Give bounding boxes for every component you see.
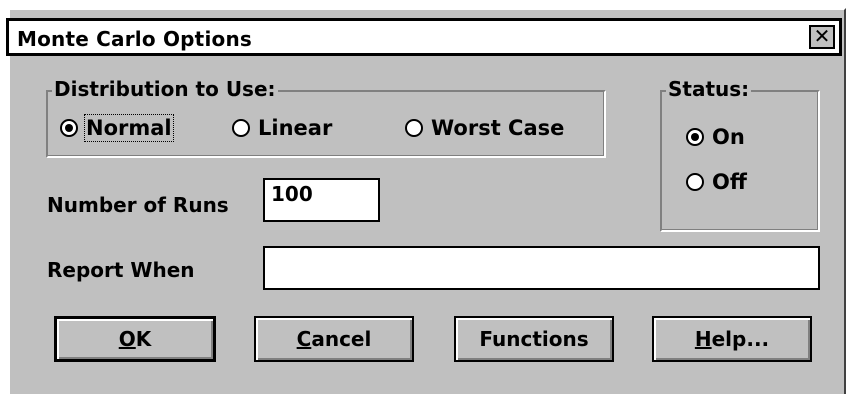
ok-accel: O	[118, 327, 136, 351]
runs-label: Number of Runs	[47, 193, 229, 217]
close-button[interactable]: ✕	[809, 25, 835, 49]
ok-button[interactable]: OK	[54, 316, 216, 362]
report-when-input[interactable]	[263, 246, 820, 290]
status-group	[660, 90, 820, 232]
radio-linear[interactable]: Linear	[232, 116, 332, 140]
title-bar: Monte Carlo Options ✕	[6, 18, 842, 56]
dialog-title: Monte Carlo Options	[17, 27, 252, 51]
functions-button[interactable]: Functions	[454, 316, 614, 362]
radio-worst-case[interactable]: Worst Case	[405, 116, 564, 140]
help-accel: H	[694, 327, 712, 351]
ok-label-rest: K	[135, 327, 152, 351]
help-label-rest: elp...	[711, 327, 770, 351]
help-button[interactable]: Help...	[652, 316, 812, 362]
cancel-button[interactable]: Cancel	[254, 316, 414, 362]
radio-worst-case-indicator	[405, 119, 423, 137]
radio-linear-label: Linear	[258, 116, 333, 140]
radio-worst-case-label: Worst Case	[431, 116, 565, 140]
radio-normal-indicator	[60, 119, 78, 137]
close-icon: ✕	[813, 24, 831, 48]
status-legend: Status:	[666, 77, 752, 101]
radio-status-off[interactable]: Off	[686, 170, 747, 194]
radio-status-on-label: On	[712, 125, 745, 149]
cancel-accel: C	[296, 327, 312, 351]
radio-status-on[interactable]: On	[686, 125, 745, 149]
functions-label: Functions	[479, 327, 589, 351]
radio-status-off-label: Off	[712, 170, 747, 194]
report-when-label: Report When	[47, 258, 195, 282]
radio-status-on-indicator	[686, 128, 704, 146]
cancel-label-rest: ancel	[311, 327, 372, 351]
radio-status-off-indicator	[686, 173, 704, 191]
runs-input[interactable]: 100	[263, 178, 380, 222]
distribution-legend: Distribution to Use:	[52, 77, 278, 101]
radio-linear-indicator	[232, 119, 250, 137]
radio-normal-label: Normal	[84, 114, 174, 142]
radio-normal[interactable]: Normal	[60, 114, 174, 142]
